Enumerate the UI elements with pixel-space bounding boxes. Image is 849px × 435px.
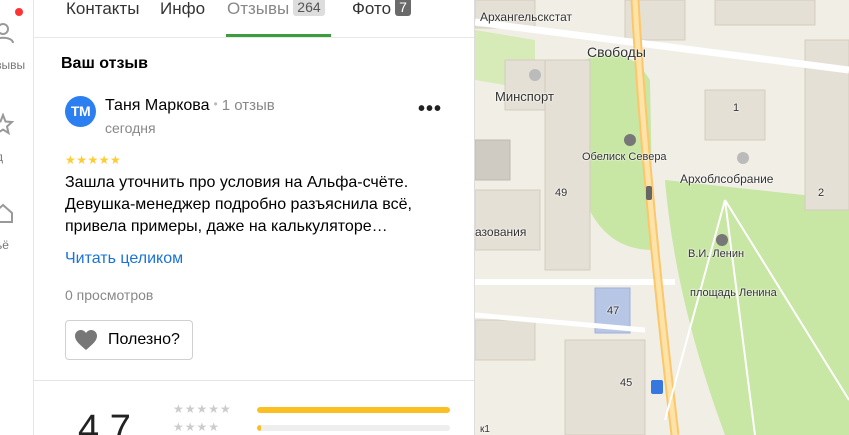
rating-bar [257, 425, 450, 431]
notification-dot [15, 8, 23, 16]
rating-bar-fill [257, 425, 261, 431]
more-options-icon[interactable]: ••• [418, 98, 442, 121]
map-label-arkhoblsobranie[interactable]: Архоблсобрание [680, 172, 773, 186]
traffic-light-icon [646, 186, 652, 200]
section-title: Ваш отзыв [61, 55, 148, 72]
home-icon[interactable] [0, 202, 14, 224]
map-label-house-number: 1 [733, 102, 740, 114]
map-building [564, 339, 646, 435]
map-building [475, 189, 541, 251]
left-rail: зывы д ьё [0, 0, 34, 435]
map-view[interactable]: Архангельскстат Свободы Минспорт Обелиск… [475, 0, 849, 435]
map-label-square[interactable]: площадь Ленина [690, 287, 777, 299]
active-tab-indicator [226, 34, 331, 37]
row-stars: ★★★★ [173, 420, 221, 434]
review-text: Зашла уточнить про условия на Альфа-счёт… [65, 174, 412, 235]
monument-icon [624, 134, 636, 146]
rating-bar [257, 407, 450, 413]
map-label-lenin[interactable]: В.И. Ленин [688, 248, 744, 260]
helpful-label: Полезно? [108, 331, 180, 348]
divider [34, 380, 474, 381]
map-label-street[interactable]: Свободы [587, 44, 646, 60]
heart-icon [75, 330, 97, 350]
reviews-count-badge: 264 [293, 0, 325, 16]
author-review-count: 1 отзыв [221, 97, 275, 114]
map-label-house-number: 45 [620, 377, 633, 389]
tab-contacts[interactable]: Контакты [66, 0, 139, 37]
park-area [665, 180, 849, 435]
map-building [475, 139, 511, 181]
map-label-house-number: 47 [607, 305, 620, 317]
user-icon[interactable] [0, 22, 14, 44]
map-label-minsport[interactable]: Минспорт [495, 89, 554, 104]
overall-rating: 4.7 [78, 408, 131, 435]
review-author: Таня Маркова • 1 отзыв [105, 97, 275, 115]
bus-stop-icon [651, 380, 663, 394]
map-building [475, 319, 536, 361]
review-stars: ★★★★★ [65, 153, 122, 167]
helpful-button[interactable]: Полезно? [65, 320, 193, 360]
map-building [704, 89, 766, 141]
map-building [714, 0, 816, 26]
photos-count-badge: 7 [395, 0, 411, 16]
map-label-house-number: 2 [818, 187, 825, 199]
rail-mid-label[interactable]: д [0, 150, 3, 164]
avatar[interactable]: ТМ [65, 96, 96, 127]
map-label-obelisk[interactable]: Обелиск Севера [582, 151, 667, 163]
tab-photos[interactable]: Фото 7 [352, 0, 411, 37]
views-count: 0 просмотров [65, 287, 154, 303]
read-more-link[interactable]: Читать целиком [65, 250, 183, 268]
map-label-arkhangelskstat[interactable]: Архангельскстат [480, 10, 572, 24]
map-label-house-number: к1 [480, 424, 490, 435]
star-icon[interactable] [0, 113, 14, 135]
map-canvas[interactable] [475, 0, 849, 435]
org-panel: Контакты Инфо Отзывы 264 Фото 7 Ваш отзыв … [34, 0, 475, 435]
rating-bar-fill [257, 407, 450, 413]
map-label-house-number: 49 [555, 187, 568, 199]
monument-icon [716, 234, 728, 246]
rail-reviews-label[interactable]: зывы [0, 58, 25, 72]
row-stars: ★★★★★ [173, 402, 232, 416]
author-name[interactable]: Таня Маркова [105, 97, 210, 114]
map-label-education[interactable]: азования [475, 225, 526, 239]
tab-bar: Контакты Инфо Отзывы 264 Фото 7 [34, 0, 474, 38]
separator-dot: • [213, 97, 218, 111]
landmark-icon [529, 69, 541, 81]
tab-info[interactable]: Инфо [160, 0, 205, 37]
review-date: сегодня [105, 120, 156, 136]
rail-bottom-label[interactable]: ьё [0, 238, 9, 252]
tab-reviews[interactable]: Отзывы 264 [227, 0, 325, 37]
landmark-icon [737, 152, 749, 164]
